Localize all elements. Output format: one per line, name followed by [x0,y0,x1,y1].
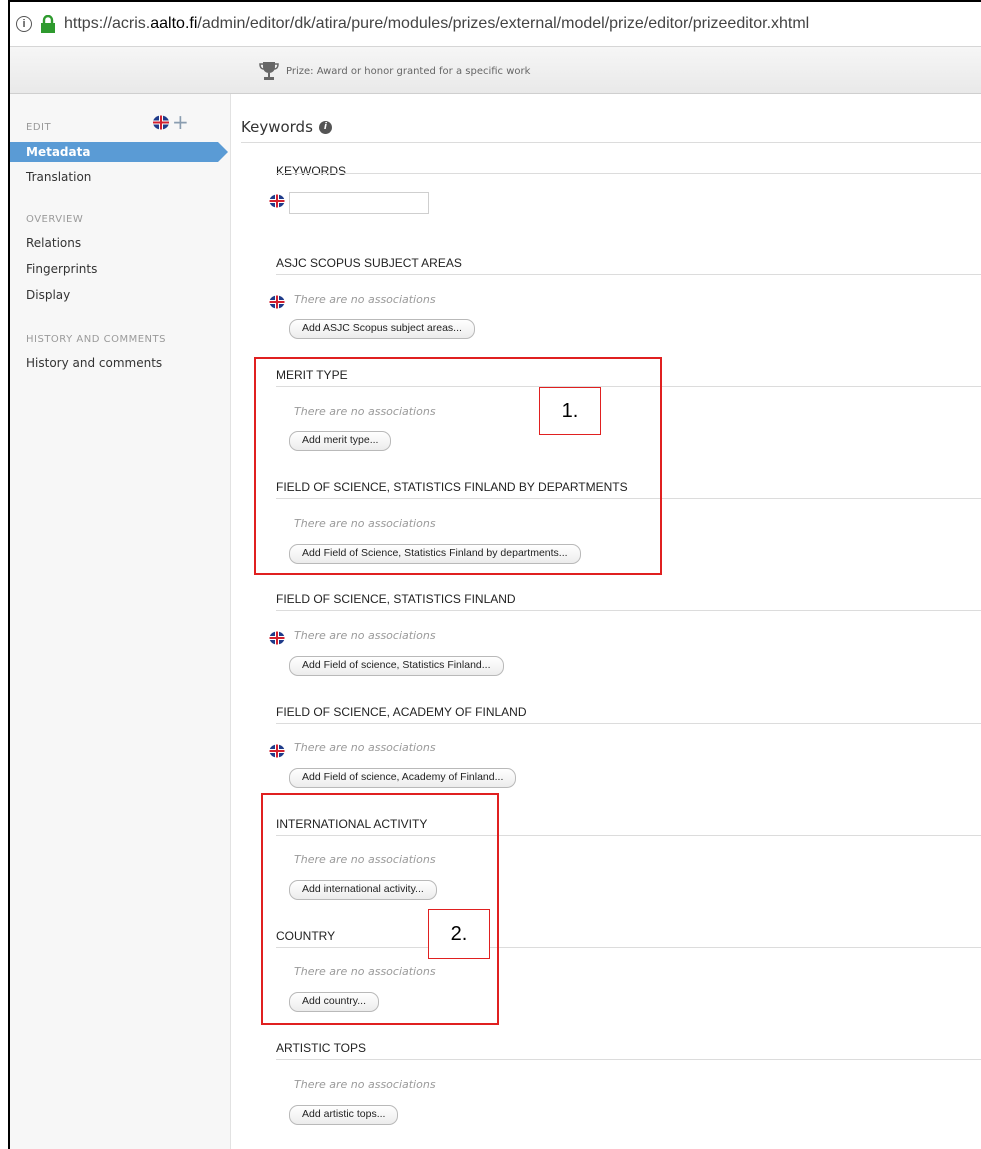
address-bar[interactable]: i https://acris.aalto.fi/admin/editor/dk… [10,2,981,47]
annotation-label-1: 1. [539,387,601,435]
uk-flag-icon [153,115,169,129]
sidebar-item-display[interactable]: Display [26,288,70,302]
keyword-input[interactable] [289,192,429,214]
trophy-icon [259,62,279,80]
url-host: aalto.fi [150,15,198,32]
add-asjc-button[interactable]: Add ASJC Scopus subject areas... [289,319,475,339]
no-associations-text: There are no associations [294,1078,436,1091]
uk-flag-icon [269,744,285,758]
no-associations-text: There are no associations [294,293,436,306]
section-heading-fos-academy: FIELD OF SCIENCE, ACADEMY OF FINLAND [276,705,527,719]
divider [276,610,981,611]
annotation-label-2: 2. [428,909,490,959]
divider [276,723,981,724]
page-title: Keywords i [241,118,332,136]
info-icon[interactable]: i [16,16,32,32]
add-fos-statistics-finland-button[interactable]: Add Field of science, Statistics Finland… [289,656,504,676]
sidebar-item-metadata[interactable]: Metadata [10,142,228,162]
section-heading-asjc: ASJC SCOPUS SUBJECT AREAS [276,256,462,270]
no-associations-text: There are no associations [294,741,436,754]
sidebar-item-label: Metadata [26,145,91,159]
url-path: /admin/editor/dk/atira/pure/modules/priz… [197,15,810,32]
sidebar: EDIT + Metadata Translation OVERVIEW Rel… [10,94,231,1149]
sidebar-section-overview: OVERVIEW [26,214,84,225]
sidebar-item-translation[interactable]: Translation [26,170,91,184]
content-type-subtitle: Prize: Award or honor granted for a spec… [286,65,531,77]
sidebar-item-history-and-comments[interactable]: History and comments [26,356,162,370]
url-scheme: https://acris. [64,15,151,32]
divider [241,142,981,143]
sidebar-section-edit: EDIT [26,122,52,133]
page-title-text: Keywords [241,118,313,136]
add-fos-academy-button[interactable]: Add Field of science, Academy of Finland… [289,768,517,788]
content-type-header: Prize: Award or honor granted for a spec… [10,47,981,94]
plus-icon[interactable]: + [172,112,189,132]
divider [276,1059,981,1060]
section-heading-keywords: KEYWORDS [276,164,347,178]
divider [276,173,981,174]
help-icon[interactable]: i [318,120,332,134]
section-heading-artistic-tops: ARTISTIC TOPS [276,1041,367,1055]
sidebar-item-fingerprints[interactable]: Fingerprints [26,262,97,276]
uk-flag-icon [269,194,285,208]
divider [276,274,981,275]
add-language-control[interactable]: + [152,112,189,132]
sidebar-item-relations[interactable]: Relations [26,236,81,250]
sidebar-section-history: HISTORY AND COMMENTS [26,334,166,345]
uk-flag-icon [269,631,285,645]
uk-flag-icon [269,295,285,309]
no-associations-text: There are no associations [294,629,436,642]
lock-icon [41,15,55,33]
section-heading-fos-statistics-finland: FIELD OF SCIENCE, STATISTICS FINLAND [276,592,516,606]
add-artistic-tops-button[interactable]: Add artistic tops... [289,1105,399,1125]
url-text[interactable]: https://acris.aalto.fi/admin/editor/dk/a… [64,15,809,33]
active-indicator-arrow [218,142,228,162]
